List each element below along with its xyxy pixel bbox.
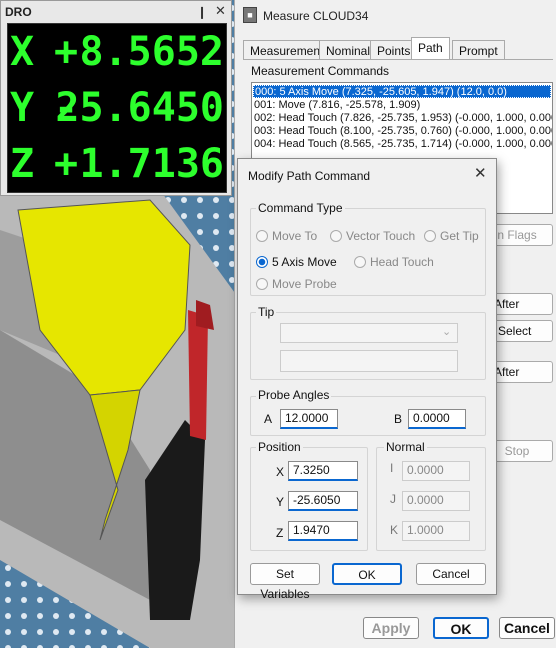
modify-path-dialog: Modify Path Command ✕ Command Type Move … [237,158,497,601]
dro-row-z: Z + 1.7136 [8,138,228,190]
dro-display: X + 8.5652 Y - 25.6450 Z + 1.7136 [7,23,227,193]
i-label: I [390,461,394,475]
radio-vector-touch[interactable]: Vector Touch [330,229,415,243]
radio-label: 5 Axis Move [272,255,337,269]
dro-value: 1.7136 [79,141,225,187]
radio-head-touch[interactable]: Head Touch [354,255,434,269]
j-label: J [390,492,396,506]
tab-prompt[interactable]: Prompt [452,40,505,60]
position-x-input[interactable]: 7.3250 [288,461,358,481]
radio-move-probe[interactable]: Move Probe [256,277,337,291]
list-item[interactable]: 003: Head Touch (8.100, -25.735, 0.760) … [254,125,552,138]
a-label: A [264,412,273,426]
radio-move-to[interactable]: Move To [256,229,317,243]
radio-label: Move To [272,229,318,243]
b-label: B [394,412,403,426]
list-item[interactable]: 004: Head Touch (8.565, -25.735, 1.714) … [254,138,552,151]
position-label: Position [256,440,303,454]
a-angle-input[interactable]: 12.0000 [280,409,338,429]
k-label: K [390,523,399,537]
normal-label: Normal [384,440,427,454]
tab-divider [243,59,553,60]
y-label: Y [276,495,285,509]
radio-5-axis-move[interactable]: 5 Axis Move [256,255,337,269]
position-y-input[interactable]: -25.6050 [288,491,358,511]
dro-sign: + [54,141,79,187]
ok-button[interactable]: OK [433,617,489,639]
dro-row-y: Y - 25.6450 [8,82,228,134]
dialog-title: Modify Path Command [248,169,371,183]
normal-i-input[interactable]: 0.0000 [402,461,470,481]
tab-path[interactable]: Path [411,37,450,60]
stylus [188,310,208,440]
cancel-button[interactable]: Cancel [499,617,555,639]
z-label: Z [276,526,284,540]
dro-value: 25.6450 [55,85,224,131]
tab-nominal[interactable]: Nominal [319,40,378,60]
dro-axis-label: Z [10,141,35,187]
dro-title: DRO [5,5,32,19]
command-type-label: Command Type [256,201,345,215]
chevron-down-icon: ⌄ [442,326,452,338]
app-icon: ■ [243,7,257,23]
x-label: X [276,465,285,479]
apply-button[interactable]: Apply [363,617,419,639]
tip-label: Tip [256,305,277,319]
tip-select[interactable] [280,323,458,343]
commands-label: Measurement Commands [251,64,390,78]
radio-label: Vector Touch [346,229,416,243]
b-angle-input[interactable]: 0.0000 [408,409,466,429]
radio-label: Head Touch [370,255,434,269]
list-item[interactable]: 002: Head Touch (7.826, -25.735, 1.953) … [254,112,552,125]
dro-sign: + [54,29,79,75]
normal-k-input[interactable]: 1.0000 [402,521,470,541]
cancel-button[interactable]: Cancel [416,563,486,585]
list-item[interactable]: 001: Move (7.816, -25.578, 1.909) [254,99,420,112]
dro-row-x: X + 8.5652 [8,26,228,78]
pin-icon[interactable]: ❙ [197,5,207,19]
close-icon[interactable]: ✕ [215,3,226,19]
radio-label: Move Probe [272,277,337,291]
window-title: Measure CLOUD34 [263,9,369,23]
ok-button[interactable]: OK [332,563,402,585]
radio-get-tip[interactable]: Get Tip [424,229,479,243]
list-item[interactable]: 000: 5 Axis Move (7.325, -25.605, 1.947)… [253,85,551,98]
dro-panel: DRO ❙ ✕ X + 8.5652 Y - 25.6450 Z + 1.713… [0,0,232,196]
radio-label: Get Tip [440,229,479,243]
close-icon[interactable]: ✕ [474,164,487,182]
set-variables-button[interactable]: Set Variables [250,563,320,601]
tip-edit-button[interactable] [280,350,458,372]
normal-j-input[interactable]: 0.0000 [402,491,470,511]
position-z-input[interactable]: 1.9470 [288,521,358,541]
dro-value: 8.5652 [79,29,225,75]
dro-axis-label: Y [10,85,35,131]
probe-angles-label: Probe Angles [256,388,332,402]
tab-measurement[interactable]: Measurement [243,40,331,60]
dro-axis-label: X [10,29,35,75]
